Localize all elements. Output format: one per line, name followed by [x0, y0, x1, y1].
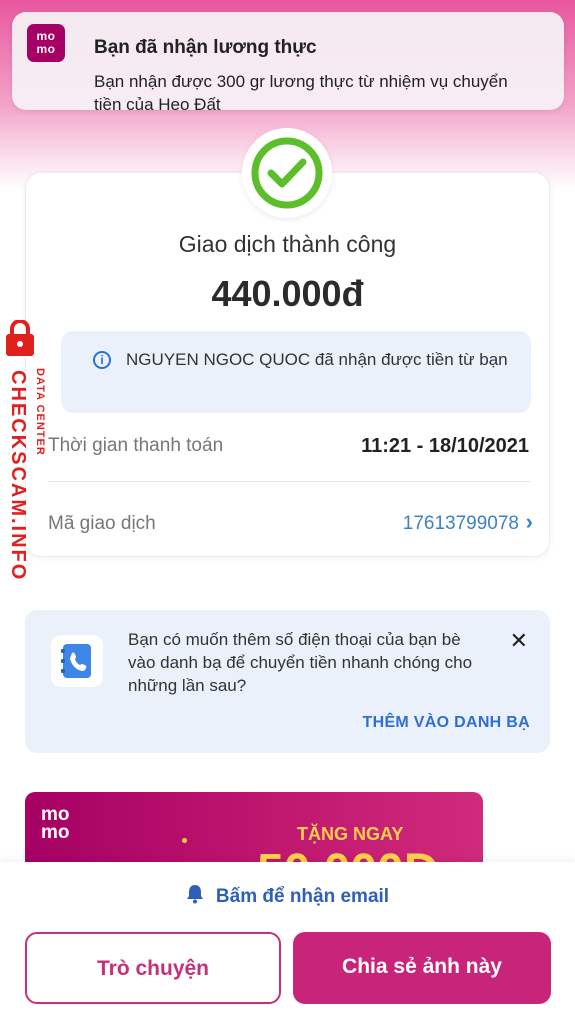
- suggestion-text: Bạn có muốn thêm số điện thoại của bạn b…: [128, 630, 473, 695]
- watermark: CHECKSCAM.INFO DATA CENTER: [4, 310, 60, 590]
- lock-icon: [6, 320, 34, 356]
- recipient-info-text: NGUYEN NGOC QUOC đã nhận được tiền từ bạ…: [126, 350, 508, 369]
- check-circle-icon: [251, 137, 323, 209]
- banner-momo-logo: mo mo: [41, 804, 70, 843]
- payment-time-value: 11:21 - 18/10/2021: [361, 435, 529, 457]
- transaction-amount: 440.000đ: [211, 273, 364, 314]
- close-icon[interactable]: ✕: [510, 628, 528, 654]
- info-icon: i: [93, 351, 111, 369]
- chat-button[interactable]: Trò chuyện: [25, 932, 281, 1004]
- banner-decoration: [182, 838, 187, 843]
- banner-headline: TẶNG NGAY: [297, 824, 404, 844]
- recipient-info-box: i NGUYEN NGOC QUOC đã nhận được tiền từ …: [61, 331, 531, 413]
- share-image-button[interactable]: Chia sẻ ảnh này: [293, 932, 551, 1004]
- transaction-id-label: Mã giao dịch: [48, 513, 156, 534]
- push-notification[interactable]: mo mo Bạn đã nhận lương thực Bạn nhận đượ…: [12, 12, 564, 114]
- bottom-action-bar: Bấm để nhận email Trò chuyện Chia sẻ ảnh…: [0, 862, 575, 1024]
- chevron-right-icon[interactable]: ›: [526, 509, 533, 535]
- email-link-label: Bấm để nhận email: [215, 886, 390, 907]
- add-contact-suggestion: Bạn có muốn thêm số điện thoại của bạn b…: [25, 610, 550, 753]
- transaction-card: Giao dịch thành công 440.000đ i NGUYEN N…: [25, 172, 550, 557]
- transaction-id-link[interactable]: 17613799078: [403, 513, 519, 535]
- success-badge: [242, 128, 332, 218]
- notification-body: Bạn nhận được 300 gr lương thực từ nhiệm…: [94, 72, 508, 114]
- add-to-contacts-button[interactable]: THÊM VÀO DANH BẠ: [363, 714, 530, 732]
- notification-title: Bạn đã nhận lương thực: [94, 37, 317, 58]
- divider: [48, 481, 530, 482]
- transaction-status: Giao dịch thành công: [178, 231, 397, 257]
- contact-book-icon: [51, 635, 103, 687]
- momo-logo: mo mo: [27, 24, 65, 62]
- email-receipt-link[interactable]: Bấm để nhận email: [0, 884, 575, 908]
- bell-icon: [186, 884, 204, 908]
- watermark-sub-text: DATA CENTER: [34, 368, 46, 456]
- payment-time-label: Thời gian thanh toán: [48, 435, 224, 456]
- watermark-main-text: CHECKSCAM.INFO: [7, 370, 29, 582]
